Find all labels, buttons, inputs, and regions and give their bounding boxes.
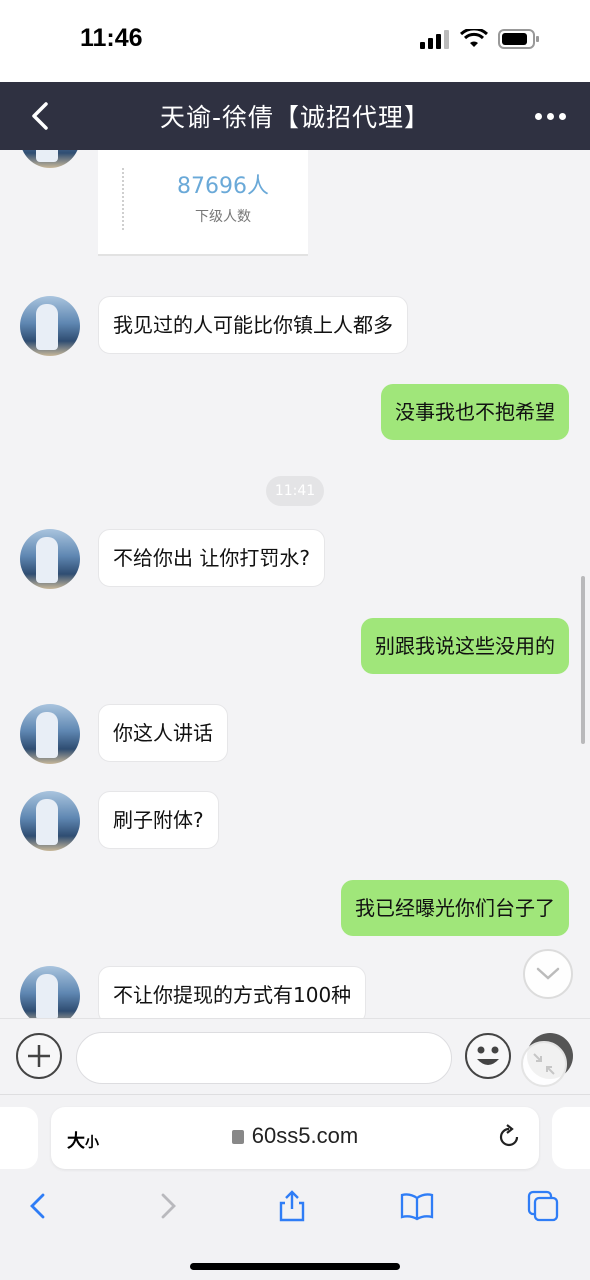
browser-chrome: 大小 60ss5.com: [0, 1094, 590, 1280]
contact-avatar[interactable]: [20, 529, 80, 589]
message-input[interactable]: [76, 1032, 452, 1084]
incoming-message[interactable]: 你这人讲话: [98, 704, 228, 762]
contact-avatar[interactable]: [20, 791, 80, 851]
message-timestamp: 11:41: [266, 476, 324, 506]
outgoing-message[interactable]: 我已经曝光你们台子了: [341, 880, 569, 936]
contact-avatar[interactable]: [20, 150, 80, 168]
message-input-bar: [0, 1018, 590, 1094]
address-bar[interactable]: 大小 60ss5.com: [51, 1107, 539, 1169]
minimize-window-button[interactable]: [521, 1041, 567, 1087]
more-options-icon[interactable]: [532, 104, 568, 128]
chevron-down-icon: [536, 967, 560, 980]
bookmarks-icon[interactable]: [400, 1189, 434, 1223]
wifi-icon: [460, 29, 488, 47]
chat-header: 天谕-徐倩【诚招代理】: [0, 82, 590, 150]
status-time: 11:46: [80, 24, 143, 52]
card-label: 下级人数: [195, 209, 251, 225]
shared-card[interactable]: 87696人 下级人数: [98, 150, 308, 256]
add-attachment-button[interactable]: [16, 1033, 62, 1079]
card-value: 87696人: [177, 174, 269, 199]
browser-toolbar: [0, 1183, 590, 1229]
previous-tab-preview[interactable]: [0, 1107, 38, 1169]
forward-icon[interactable]: [150, 1189, 184, 1223]
reload-icon[interactable]: [495, 1123, 523, 1151]
chat-title: 天谕-徐倩【诚招代理】: [159, 103, 431, 132]
cellular-signal-icon: [420, 30, 449, 49]
incoming-message[interactable]: 刷子附体?: [98, 791, 219, 849]
contact-avatar[interactable]: [20, 966, 80, 1018]
plus-icon: [28, 1045, 50, 1067]
status-icons: [420, 28, 540, 50]
back-icon[interactable]: [22, 1189, 56, 1223]
incoming-message[interactable]: 不给你出 让你打罚水?: [98, 529, 325, 587]
share-icon[interactable]: [275, 1189, 309, 1223]
next-tab-preview[interactable]: [552, 1107, 590, 1169]
lock-icon: [231, 1130, 244, 1144]
url-text: 60ss5.com: [251, 1123, 359, 1148]
tabs-icon[interactable]: [526, 1189, 560, 1223]
scrollbar[interactable]: [581, 576, 585, 744]
contact-avatar[interactable]: [20, 704, 80, 764]
outgoing-message[interactable]: 没事我也不抱希望: [381, 384, 569, 440]
status-bar: 11:46: [0, 0, 590, 82]
shrink-arrows-icon: [533, 1053, 555, 1075]
url-display: 60ss5.com: [51, 1123, 539, 1149]
home-indicator: [190, 1263, 400, 1270]
emoji-button[interactable]: [465, 1033, 511, 1079]
outgoing-message[interactable]: 别跟我说这些没用的: [361, 618, 569, 674]
contact-avatar[interactable]: [20, 296, 80, 356]
scroll-to-bottom-button[interactable]: [523, 949, 573, 999]
smiley-icon: [477, 1046, 499, 1065]
incoming-message[interactable]: 不让你提现的方式有100种: [98, 966, 367, 1018]
incoming-message[interactable]: 我见过的人可能比你镇上人都多: [98, 296, 408, 354]
battery-icon: [498, 29, 539, 49]
chat-messages[interactable]: 87696人 下级人数 我见过的人可能比你镇上人都多 没事我也不抱希望 11:4…: [0, 150, 590, 1018]
